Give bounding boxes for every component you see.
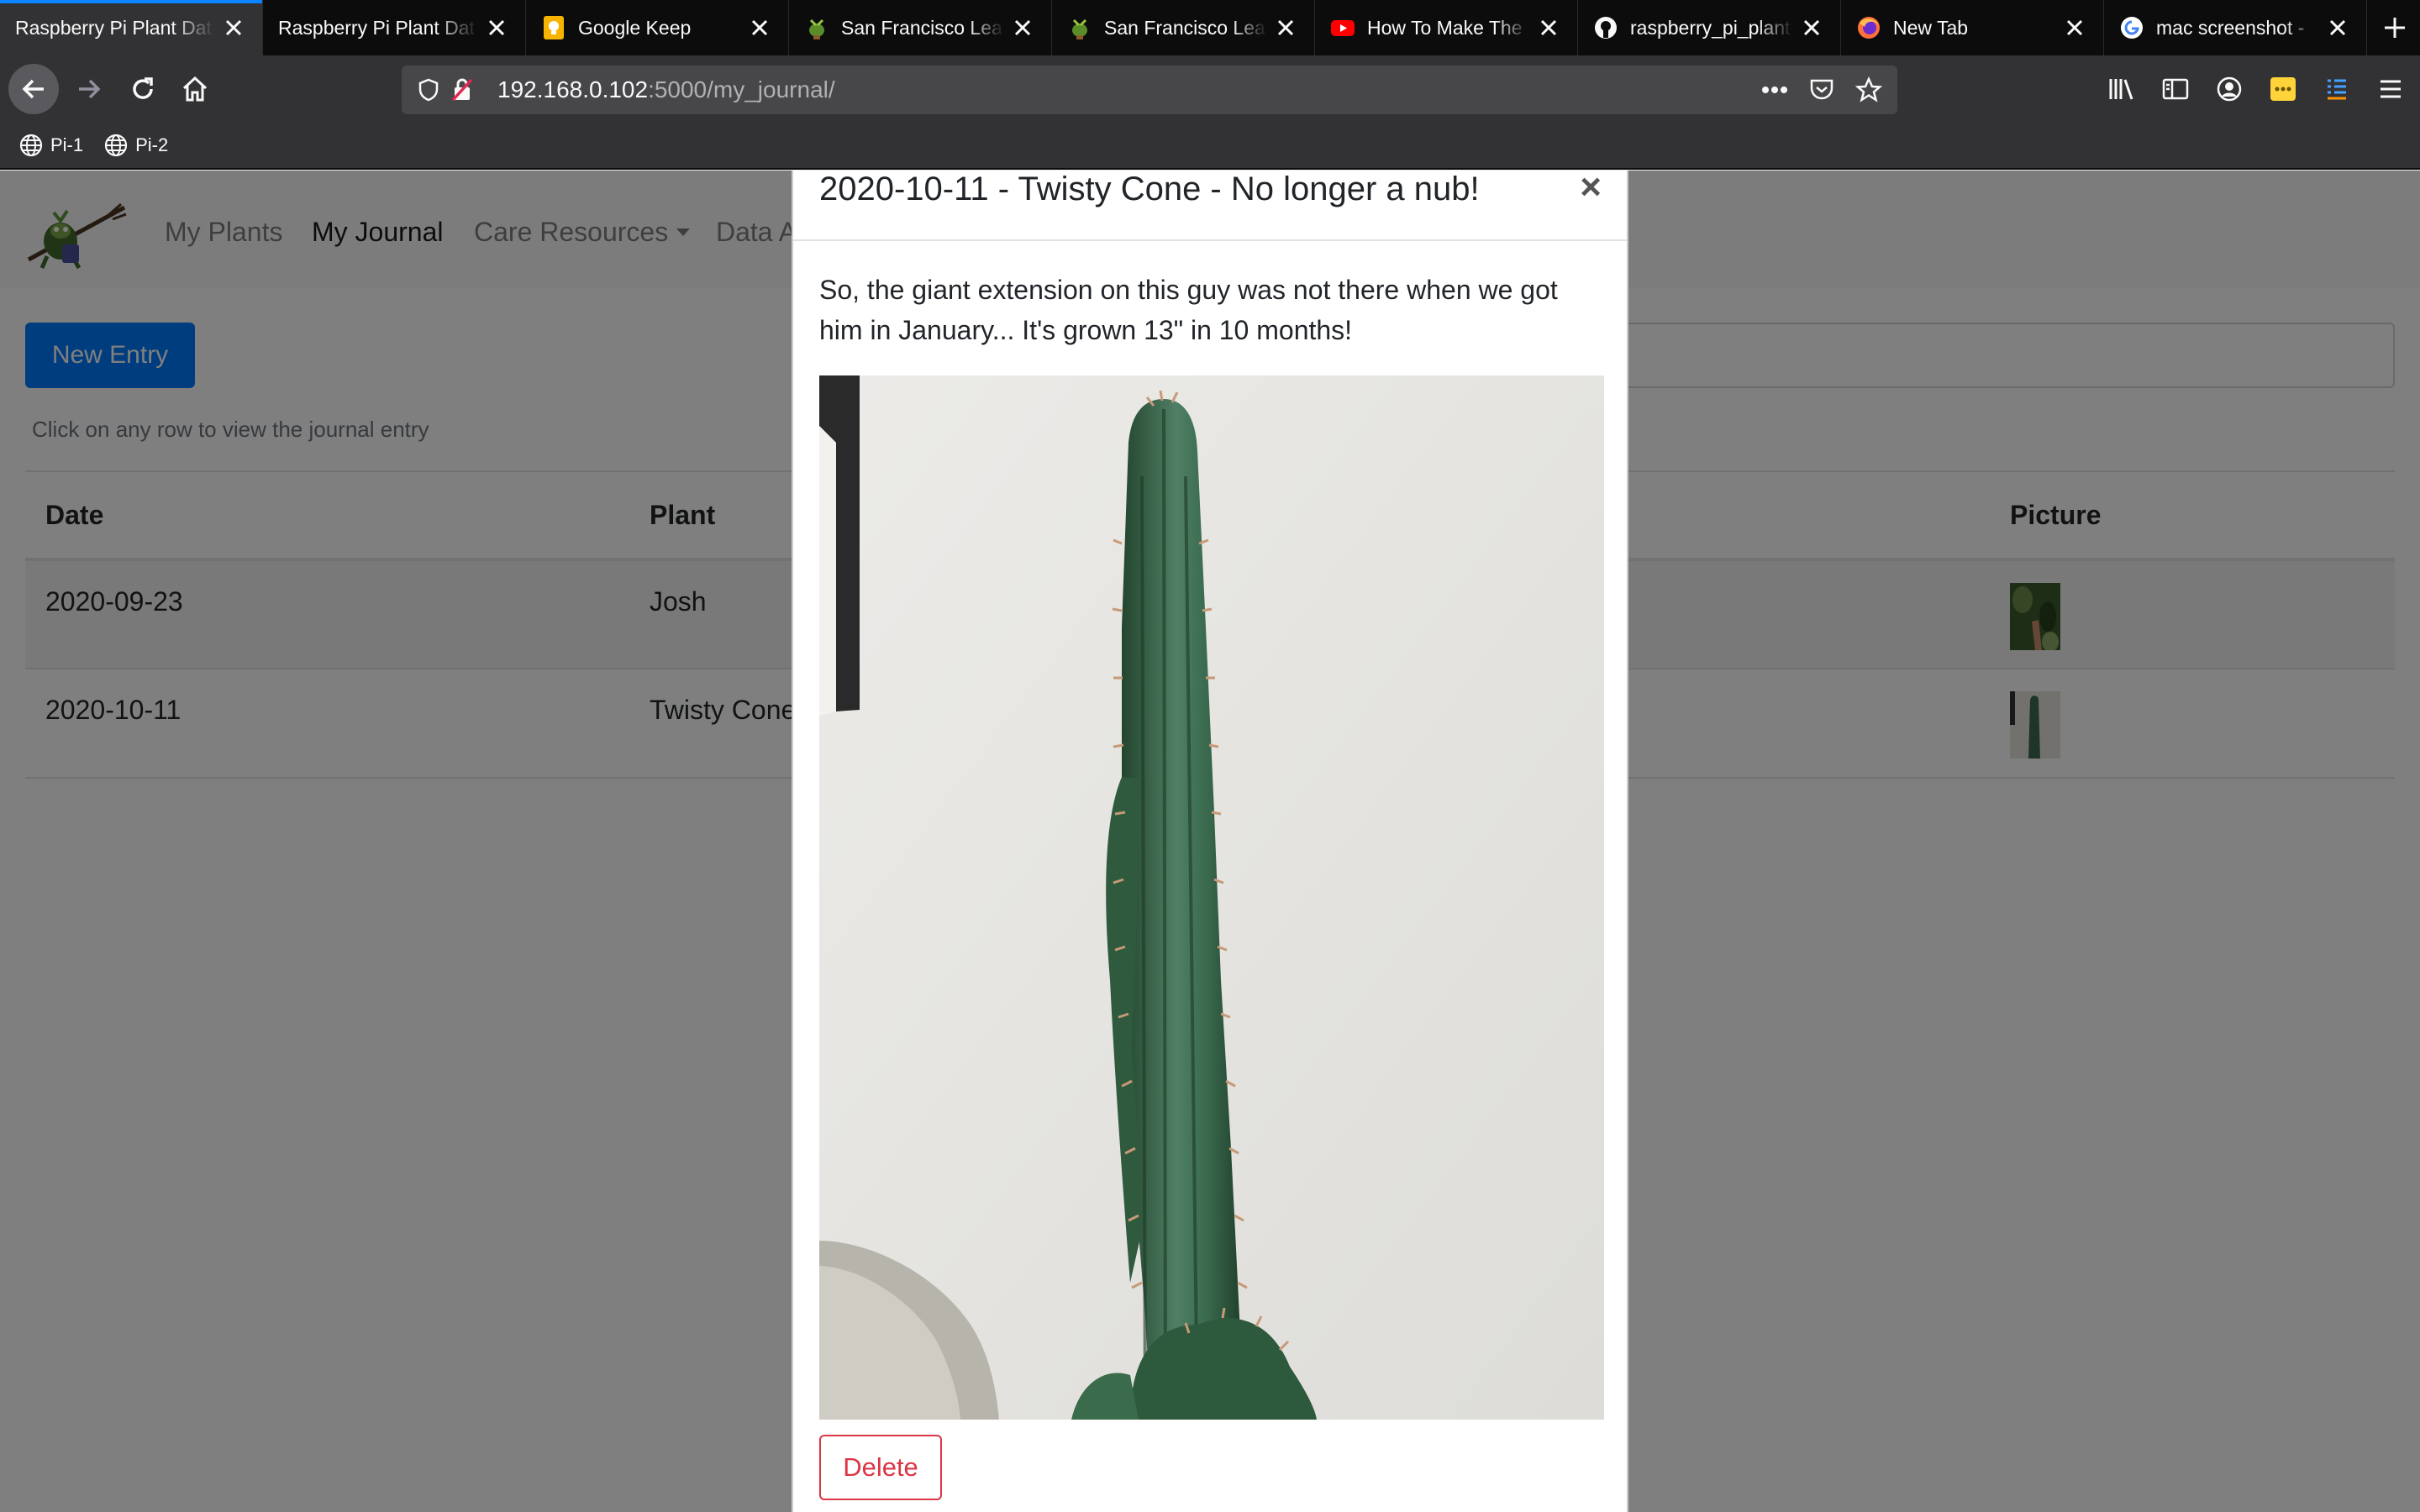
tab-google-keep[interactable]: Google Keep <box>526 0 789 55</box>
modal-title: 2020-10-11 - Twisty Cone - No longer a n… <box>819 171 1480 207</box>
tab-title: How To Make The <box>1367 16 1523 39</box>
bookmark-pi-2[interactable]: Pi-2 <box>103 133 168 158</box>
tab-title: Raspberry Pi Plant Dat <box>278 16 475 39</box>
close-tab-icon[interactable] <box>2056 9 2093 46</box>
tab-title: raspberry_pi_plant <box>1630 16 1791 39</box>
reload-button[interactable] <box>118 64 168 114</box>
library-icon[interactable] <box>2101 66 2143 113</box>
close-tab-icon[interactable] <box>478 9 515 46</box>
reload-icon <box>133 77 153 99</box>
url-path: :5000/my_journal/ <box>648 76 835 102</box>
bookmark-label: Pi-2 <box>135 134 169 155</box>
sidebar-icon[interactable] <box>2154 66 2196 113</box>
new-tab-button[interactable] <box>2370 0 2420 55</box>
tab-google-search[interactable]: mac screenshot - <box>2104 0 2367 55</box>
close-tab-icon[interactable] <box>2319 9 2356 46</box>
list-extension-icon[interactable] <box>2316 66 2358 113</box>
more-actions-icon[interactable] <box>1758 73 1791 107</box>
tab-title: San Francisco Lea <box>841 16 1002 39</box>
bookmark-star-icon[interactable] <box>1852 73 1886 107</box>
pocket-icon[interactable] <box>1805 73 1839 107</box>
tab-title: New Tab <box>1893 16 1969 39</box>
tab-title: San Francisco Lea <box>1104 16 1265 39</box>
globe-icon <box>19 134 43 157</box>
account-icon[interactable] <box>2208 66 2250 113</box>
close-tab-icon[interactable] <box>1530 9 1567 46</box>
journal-entry-text: So, the giant extension on this guy was … <box>819 275 1558 345</box>
tab-title: Raspberry Pi Plant Dat <box>15 16 212 39</box>
plus-icon <box>2385 18 2405 38</box>
google-keep-icon <box>541 15 566 40</box>
tab-raspberry-pi-plant-1[interactable]: Raspberry Pi Plant Dat <box>0 0 263 55</box>
tab-title: Google Keep <box>578 16 692 39</box>
globe-icon <box>105 134 128 157</box>
toolbar-right <box>2101 66 2412 113</box>
back-button[interactable] <box>8 64 59 114</box>
tab-title: mac screenshot - <box>2156 16 2305 39</box>
page-actions <box>1758 73 1886 107</box>
close-tab-icon[interactable] <box>215 9 252 46</box>
bookmark-label: Pi-1 <box>50 134 84 155</box>
tab-new-tab[interactable]: New Tab <box>1841 0 2104 55</box>
home-icon <box>182 76 208 102</box>
tab-github[interactable]: raspberry_pi_plant <box>1578 0 1841 55</box>
close-icon[interactable]: × <box>1580 171 1602 206</box>
tab-youtube[interactable]: How To Make The <box>1315 0 1578 55</box>
youtube-icon <box>1330 15 1355 40</box>
close-tab-icon[interactable] <box>1793 9 1830 46</box>
modal-header: 2020-10-11 - Twisty Cone - No longer a n… <box>793 171 1627 241</box>
address-bar[interactable]: 192.168.0.102:5000/my_journal/ <box>402 66 1897 114</box>
bookmarks-toolbar: Pi-1 Pi-2 <box>0 123 2420 170</box>
insecure-lock-icon[interactable] <box>445 73 479 107</box>
hamburger-menu-icon[interactable] <box>2370 66 2412 113</box>
delete-button[interactable]: Delete <box>819 1435 942 1500</box>
tab-raspberry-pi-plant-2[interactable]: Raspberry Pi Plant Dat <box>263 0 526 55</box>
forward-button[interactable] <box>64 64 114 114</box>
arrow-right-icon <box>79 79 101 99</box>
close-tab-icon[interactable] <box>1267 9 1304 46</box>
firefox-icon <box>1856 15 1881 40</box>
home-button[interactable] <box>170 64 220 114</box>
url-host: 192.168.0.102 <box>497 76 649 102</box>
shield-icon[interactable] <box>412 73 445 107</box>
close-tab-icon[interactable] <box>1004 9 1041 46</box>
nav-toolbar: 192.168.0.102:5000/my_journal/ <box>0 55 2420 123</box>
arrow-left-icon <box>22 79 44 99</box>
extension-icon[interactable] <box>2262 66 2304 113</box>
tab-san-francisco-2[interactable]: San Francisco Lea <box>1052 0 1315 55</box>
google-icon <box>2119 15 2144 40</box>
cactus-photo <box>819 375 1604 1420</box>
github-icon <box>1593 15 1618 40</box>
tab-san-francisco-1[interactable]: San Francisco Lea <box>789 0 1052 55</box>
plant-icon <box>804 15 829 40</box>
tab-strip: Raspberry Pi Plant Dat Raspberry Pi Plan… <box>0 0 2420 55</box>
bookmark-pi-1[interactable]: Pi-1 <box>18 133 83 158</box>
plant-icon <box>1067 15 1092 40</box>
journal-entry-modal: 2020-10-11 - Twisty Cone - No longer a n… <box>792 171 1628 1512</box>
url-text[interactable]: 192.168.0.102:5000/my_journal/ <box>497 76 835 103</box>
close-tab-icon[interactable] <box>741 9 778 46</box>
